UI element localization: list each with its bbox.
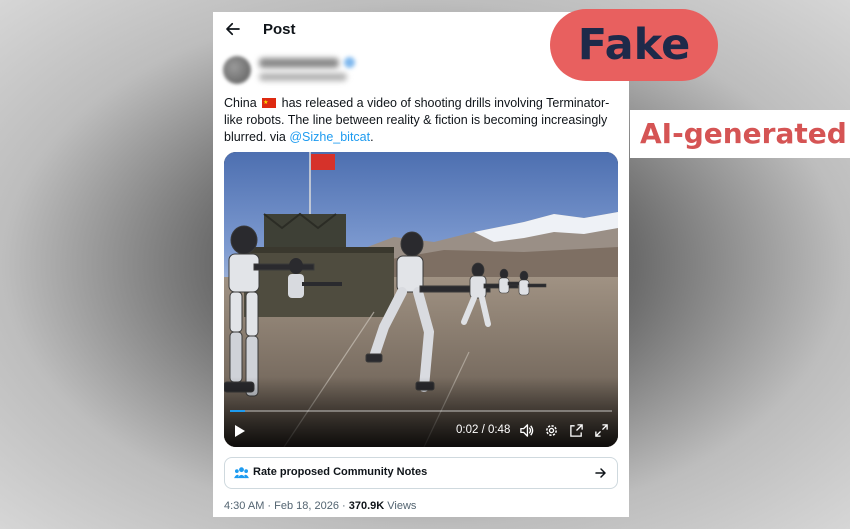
volume-icon[interactable] — [519, 423, 534, 438]
page-title: Post — [263, 21, 296, 38]
community-notes-button[interactable]: Rate proposed Community Notes — [224, 457, 618, 489]
video-progress-bar[interactable] — [230, 410, 612, 412]
views-count: 370.9K — [348, 500, 385, 512]
post-timestamp[interactable]: 4:30 AM · Feb 18, 2026 · — [224, 500, 349, 512]
people-icon — [234, 467, 249, 479]
tweet-text-end: . — [370, 130, 374, 144]
video-player[interactable]: 0:02 / 0:48 — [224, 152, 618, 447]
author-block[interactable] — [223, 56, 553, 96]
author-name-redacted[interactable] — [259, 58, 339, 68]
video-controls: 0:02 / 0:48 — [224, 408, 618, 447]
tweet-text-body: has released a video of shooting drills … — [224, 96, 610, 144]
post-meta: 4:30 AM · Feb 18, 2026 · 370.9K Views — [224, 500, 416, 512]
video-time: 0:02 / 0:48 — [456, 424, 511, 436]
author-handle-redacted[interactable] — [259, 73, 347, 81]
mention-link[interactable]: @Sizhe_bitcat — [289, 130, 370, 144]
tweet-text-start: China — [224, 96, 261, 110]
community-notes-label: Rate proposed Community Notes — [253, 466, 428, 478]
fake-verdict-badge: Fake — [550, 9, 718, 81]
play-icon[interactable] — [233, 424, 247, 438]
settings-gear-icon[interactable] — [544, 423, 559, 438]
pop-out-icon[interactable] — [569, 423, 584, 438]
ai-generated-text: AI-generated — [640, 117, 847, 150]
fullscreen-icon[interactable] — [594, 423, 609, 438]
verified-badge-icon — [344, 57, 355, 68]
video-frame — [224, 152, 618, 447]
post-card: Post China has released a video of shoot… — [213, 12, 629, 517]
tweet-text: China has released a video of shooting d… — [224, 95, 619, 146]
avatar[interactable] — [223, 56, 251, 84]
video-progress-fill — [230, 410, 246, 412]
ai-generated-label: AI-generated — [630, 110, 850, 158]
views-label: Views — [384, 500, 417, 512]
back-arrow-icon[interactable] — [224, 20, 242, 38]
arrow-right-icon — [595, 468, 606, 478]
china-flag-icon — [262, 95, 277, 112]
